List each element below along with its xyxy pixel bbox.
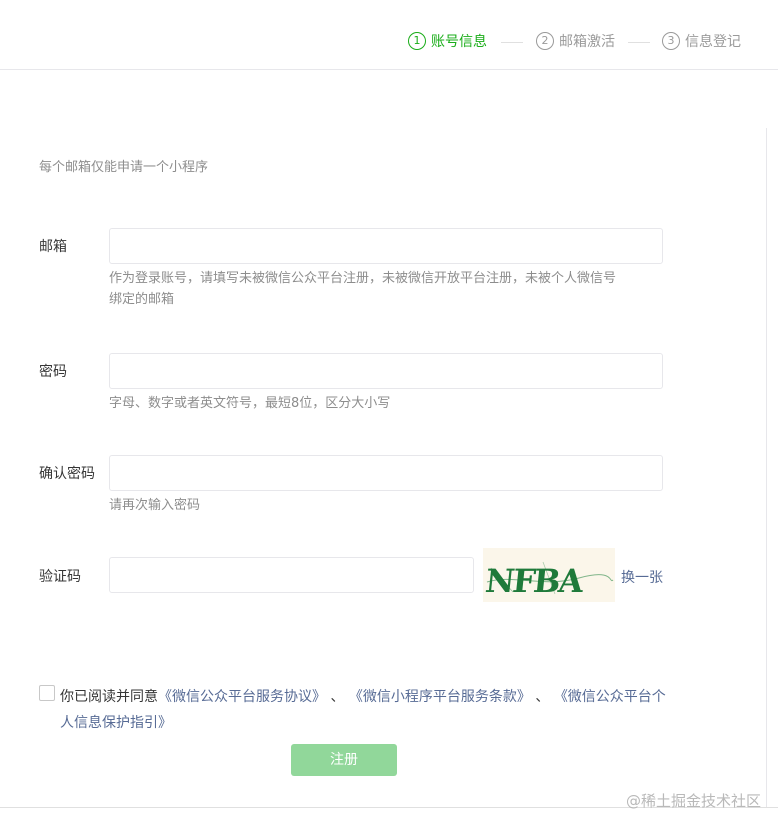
email-hint-line-2: 绑定的邮箱: [109, 292, 175, 307]
step-3-label: 信息登记: [685, 34, 741, 50]
confirm-password-input[interactable]: [109, 455, 663, 491]
service-agreement-link[interactable]: 《微信公众平台服务协议》: [158, 689, 326, 705]
captcha-input[interactable]: [109, 557, 474, 593]
step-account-info: 1 账号信息: [408, 31, 487, 51]
email-hint-line-1: 作为登录账号，请填写未被微信公众平台注册，未被微信开放平台注册，未被个人微信号: [109, 271, 617, 286]
agreement-text: 你已阅读并同意《微信公众平台服务协议》 、 《微信小程序平台服务条款》 、 《微…: [60, 684, 679, 736]
agreement-prefix: 你已阅读并同意: [60, 689, 158, 705]
captcha-image[interactable]: NFBA: [483, 548, 615, 602]
email-input[interactable]: [109, 228, 663, 264]
step-3-number: 3: [662, 32, 680, 50]
agreement-checkbox[interactable]: [39, 685, 55, 701]
confirm-password-label: 确认密码: [39, 466, 95, 482]
password-label: 密码: [39, 364, 67, 380]
step-email-activation: 2 邮箱激活: [536, 31, 615, 51]
step-separator: [628, 42, 650, 43]
mini-program-terms-link[interactable]: 《微信小程序平台服务条款》: [349, 689, 531, 705]
right-divider: [766, 128, 767, 808]
separator: 、: [535, 689, 550, 705]
refresh-captcha-link[interactable]: 换一张: [621, 567, 663, 587]
email-label: 邮箱: [39, 239, 67, 255]
confirm-password-hint: 请再次输入密码: [109, 498, 201, 513]
password-input[interactable]: [109, 353, 663, 389]
step-separator: [501, 42, 523, 43]
top-bar: 1 账号信息 2 邮箱激活 3 信息登记: [0, 0, 778, 70]
captcha-graphic: NFBA: [484, 561, 614, 600]
step-2-label: 邮箱激活: [559, 34, 615, 50]
step-2-number: 2: [536, 32, 554, 50]
step-info-registration: 3 信息登记: [662, 31, 741, 51]
step-1-label: 账号信息: [431, 34, 487, 50]
watermark: @稀土掘金技术社区: [626, 792, 762, 810]
separator: 、: [330, 689, 345, 705]
register-button[interactable]: 注册: [291, 744, 397, 776]
password-hint: 字母、数字或者英文符号，最短8位，区分大小写: [109, 396, 391, 411]
email-hint: 作为登录账号，请填写未被微信公众平台注册，未被微信开放平台注册，未被个人微信号 …: [109, 268, 616, 310]
captcha-text: NFBA: [484, 562, 587, 600]
captcha-label: 验证码: [39, 569, 81, 585]
agreement-row: 你已阅读并同意《微信公众平台服务协议》 、 《微信小程序平台服务条款》 、 《微…: [39, 684, 679, 736]
step-1-number: 1: [408, 32, 426, 50]
form-tip: 每个邮箱仅能申请一个小程序: [39, 160, 209, 175]
